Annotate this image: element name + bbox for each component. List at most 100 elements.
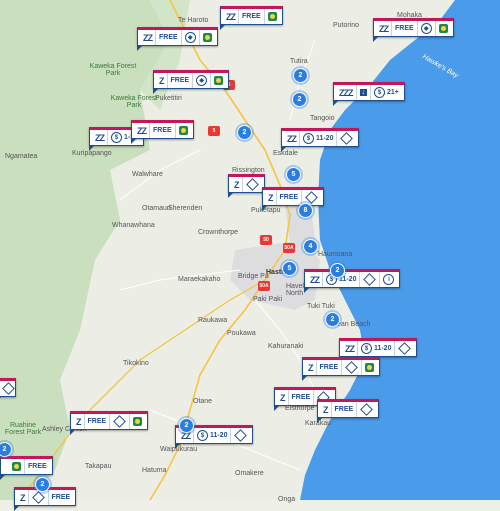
money-icon: $ [361,343,372,354]
place-label: Maraekakaho [178,276,221,283]
price-label: FREE [391,21,417,36]
sleep-rating: Z [323,404,328,415]
toilet-icon [363,273,377,286]
toilet-icon [305,191,319,204]
price-label: 11-20 [315,135,334,142]
sleep-rating: Z [280,392,285,403]
toilet-icon [245,178,259,191]
place-label: Kuripapango [72,150,112,157]
price-label: FREE [315,360,342,375]
cluster-marker[interactable]: 2 [179,418,194,433]
place-label: Tutira [290,58,308,65]
place-label: Putorino [333,22,360,29]
price-label: FREE [47,490,74,505]
campsite-card[interactable]: ZZ FREE [131,120,194,144]
campsite-card[interactable]: Z [228,174,265,198]
price-label: FREE [275,190,302,205]
price-label: 11-20 [209,432,228,439]
cluster-marker[interactable]: 2 [292,92,307,107]
place-label: Otamauri [142,205,171,212]
cluster-marker[interactable]: 2 [330,263,345,278]
sleep-rating: ZZ [379,23,389,34]
place-label: Hatuma [142,467,167,474]
place-label: Whanawhana [112,222,155,229]
place-label: Poukawa [227,330,256,337]
money-icon: $ [111,132,122,143]
sleep-rating: ZZ [95,132,105,143]
campsite-card[interactable]: ZZ FREE ◆ [137,27,218,51]
sleep-rating: ZZ [310,274,320,285]
sleep-rating: ZZ [137,125,147,136]
campsite-card[interactable]: Z FREE ◆ [153,70,230,94]
toilet-icon [31,491,45,504]
sleep-rating: Z [76,416,81,427]
toilet-icon [360,403,374,416]
price-label: 11-20 [338,276,357,283]
price-label: FREE [155,30,181,45]
place-label: Crownthorpe [198,229,239,236]
sleep-rating: Z [234,179,239,190]
campsite-card[interactable]: ZZ $ 11-20 [281,128,360,152]
cluster-marker[interactable]: 2 [35,477,50,492]
toilet-icon [345,361,359,374]
campsite-icon [133,417,143,426]
price-label: FREE [330,402,357,417]
sleep-rating: ZZ [287,133,297,144]
place-label: Paki Paki [253,296,283,303]
toilet-icon: ◆ [420,23,432,34]
place-label: Elsthorpe [285,405,315,412]
road-shield: 50A [258,281,270,291]
place-label: Tikokino [123,360,149,367]
toilet-icon [234,429,248,442]
campsite-card[interactable]: Z FREE [262,187,325,211]
campsite-icon [365,363,375,372]
toilet-icon [2,382,15,395]
place-label: Sherenden [168,205,203,212]
campsite-card[interactable]: FREE [0,456,53,480]
sleep-rating: ZZ [143,32,153,43]
price-label: 11-20 [373,345,392,352]
campsite-card[interactable]: ZZ FREE ◆ [373,18,454,42]
road-shield: 5 [208,126,220,136]
campsite-card[interactable]: ZZ $ 11-20 i [304,269,401,293]
cluster-marker[interactable]: 2 [237,125,252,140]
download-icon: ↓ [359,89,367,96]
toilet-icon [113,415,127,428]
price-label: FREE [287,390,314,405]
place-label: Tangoio [310,115,335,122]
place-label: Te Haroto [178,17,209,24]
cluster-marker[interactable]: 5 [286,167,301,182]
price-label: FREE [149,123,175,138]
place-label: Puketitiri [155,95,182,102]
place-label: Ruahine Forest Park [4,422,42,436]
place-label: Ngamatea [5,153,38,160]
place-label: Haumoana [318,251,353,258]
campsite-card[interactable]: ZZZ ↓ $ 21+ [333,82,405,106]
campsite-card[interactable]: ZZ $ 11-20 [339,338,418,362]
campsite-card[interactable]: Z FREE [70,411,149,435]
road-shield: 50A [283,243,295,253]
cluster-marker[interactable]: 5 [282,261,297,276]
cluster-marker[interactable]: 2 [293,68,308,83]
place-label: Otane [193,398,213,405]
place-label: Takapau [85,463,112,470]
price-label: FREE [83,414,110,429]
place-label: Kaweka Forest Park [89,63,137,77]
place-label: Rissington [232,167,265,174]
toilet-icon: ◆ [184,32,196,43]
toilet-icon: ◆ [196,75,208,86]
campsite-card-partial[interactable] [0,378,16,402]
money-icon: $ [374,87,385,98]
campsite-icon [214,76,224,85]
sleep-rating: Z [20,492,25,503]
price-label: FREE [166,73,193,88]
campsite-icon [12,462,21,471]
campsite-card[interactable]: Z FREE [302,357,381,381]
cluster-marker[interactable]: 2 [325,312,340,327]
campsite-card[interactable]: Z FREE [317,399,380,423]
campsite-icon [267,12,277,21]
cluster-marker[interactable]: 8 [298,203,313,218]
place-label: Bridge Pa [238,273,269,280]
campsite-card[interactable]: ZZ FREE [220,6,283,30]
cluster-marker[interactable]: 4 [303,239,318,254]
